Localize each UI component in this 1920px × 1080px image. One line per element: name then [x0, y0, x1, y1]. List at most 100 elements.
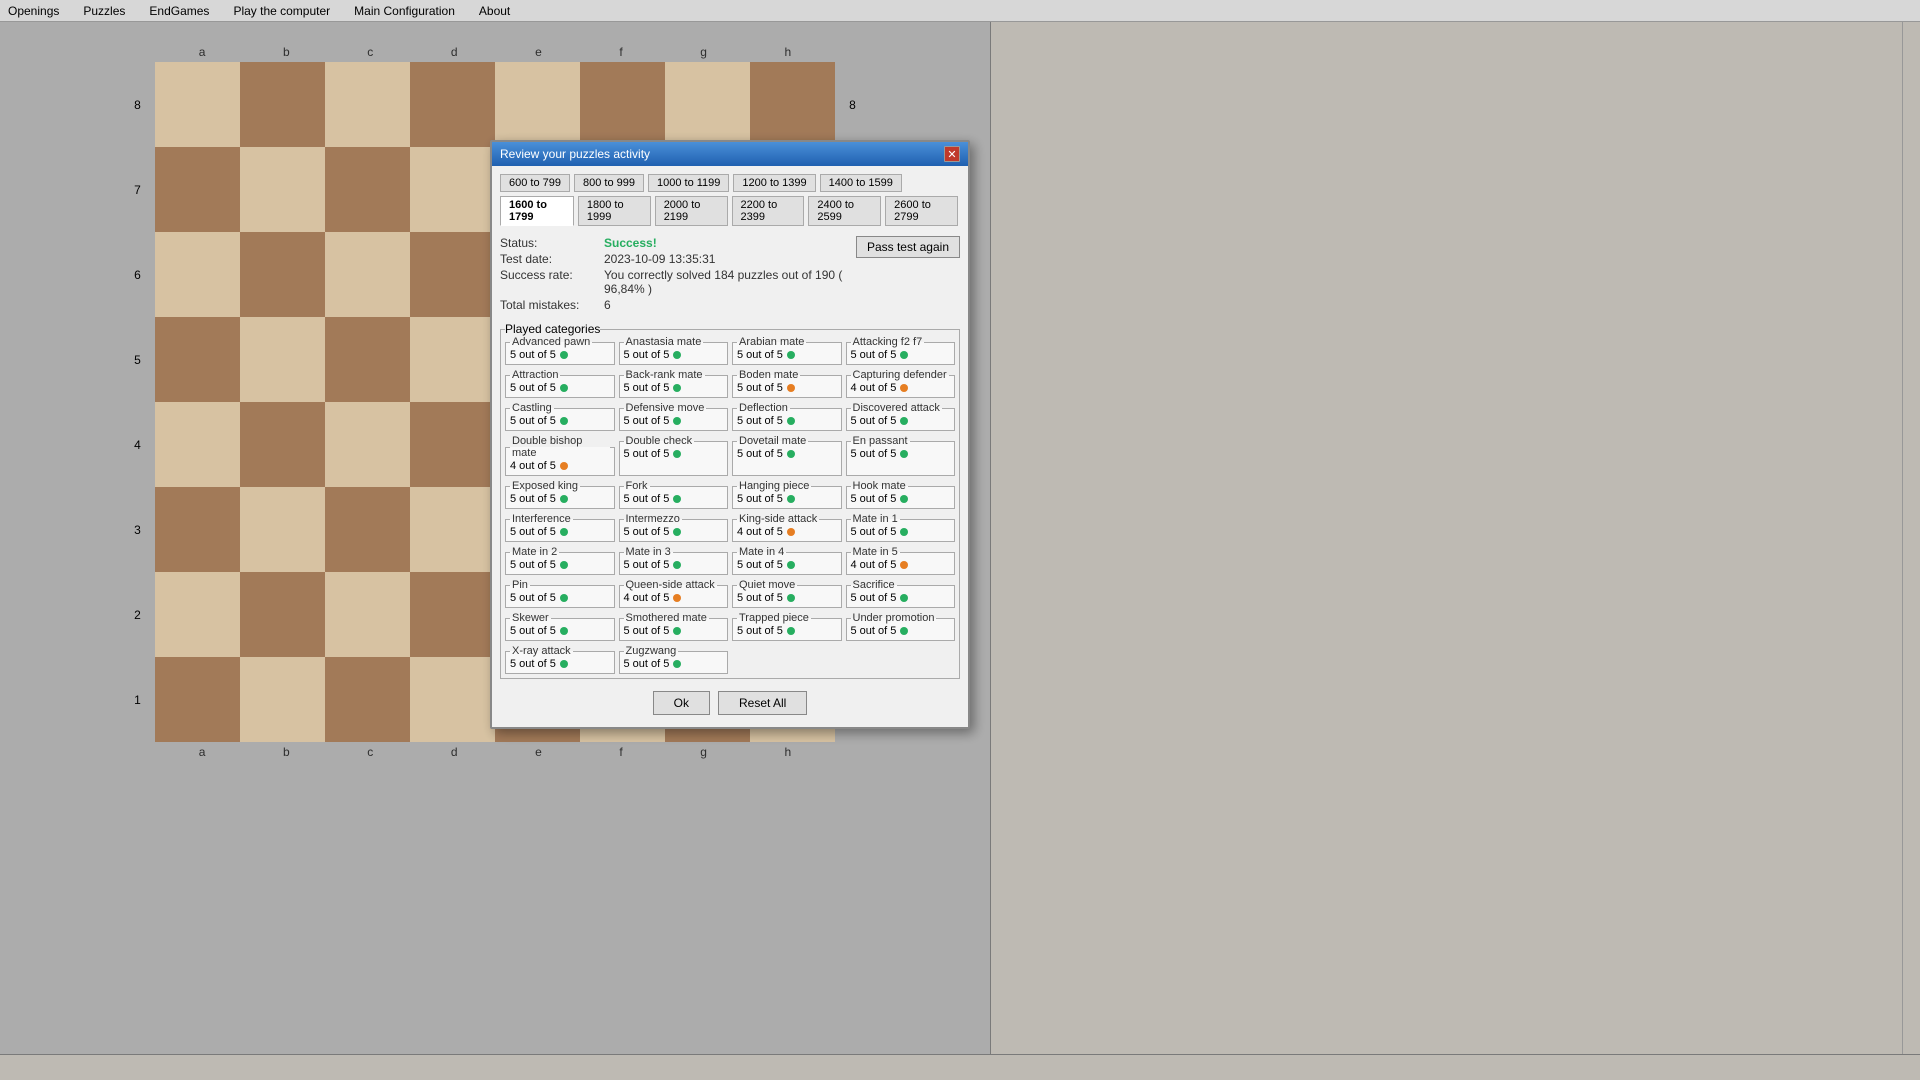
- tab-1000-1199[interactable]: 1000 to 1199: [648, 174, 729, 192]
- category-score-text: 5 out of 5: [624, 493, 670, 505]
- category-score-text: 5 out of 5: [624, 448, 670, 460]
- category-defensive-move: Defensive move5 out of 5: [619, 402, 729, 431]
- mistakes-value: 6: [604, 298, 611, 312]
- category-name: Zugzwang: [624, 645, 679, 657]
- category-score-text: 4 out of 5: [510, 460, 556, 472]
- pass-test-button[interactable]: Pass test again: [856, 236, 960, 258]
- category-score-text: 5 out of 5: [510, 493, 556, 505]
- category-dot: [560, 561, 568, 569]
- category-attraction: Attraction5 out of 5: [505, 369, 615, 398]
- category-score-text: 5 out of 5: [624, 658, 670, 670]
- category-mate-in-1: Mate in 15 out of 5: [846, 513, 956, 542]
- category-score: 5 out of 5: [851, 592, 951, 604]
- category-back-rank-mate: Back-rank mate5 out of 5: [619, 369, 729, 398]
- category-dot: [900, 384, 908, 392]
- category-score: 5 out of 5: [624, 493, 724, 505]
- category-x-ray-attack: X-ray attack5 out of 5: [505, 645, 615, 674]
- reset-button[interactable]: Reset All: [718, 691, 807, 715]
- category-double-check: Double check5 out of 5: [619, 435, 729, 476]
- category-exposed-king: Exposed king5 out of 5: [505, 480, 615, 509]
- category-dot: [560, 351, 568, 359]
- category-score: 5 out of 5: [851, 448, 951, 460]
- category-score-text: 5 out of 5: [851, 415, 897, 427]
- category-name: Attacking f2 f7: [851, 336, 925, 348]
- category-name: Double bishop mate: [510, 435, 610, 459]
- category-score: 4 out of 5: [737, 526, 837, 538]
- category-name: Deflection: [737, 402, 790, 414]
- category-mate-in-4: Mate in 45 out of 5: [732, 546, 842, 575]
- category-score: 5 out of 5: [510, 349, 610, 361]
- category-score-text: 5 out of 5: [851, 493, 897, 505]
- category-score-text: 4 out of 5: [624, 592, 670, 604]
- test-date-label: Test date:: [500, 252, 600, 266]
- category-name: Back-rank mate: [624, 369, 705, 381]
- category-zugzwang: Zugzwang5 out of 5: [619, 645, 729, 674]
- category-capturing-defender: Capturing defender4 out of 5: [846, 369, 956, 398]
- category-name: Interference: [510, 513, 573, 525]
- category-name: Hanging piece: [737, 480, 811, 492]
- category-score: 5 out of 5: [624, 526, 724, 538]
- tab-600-799[interactable]: 600 to 799: [500, 174, 570, 192]
- category-name: Dovetail mate: [737, 435, 808, 447]
- category-score: 5 out of 5: [737, 448, 837, 460]
- category-discovered-attack: Discovered attack5 out of 5: [846, 402, 956, 431]
- category-under-promotion: Under promotion5 out of 5: [846, 612, 956, 641]
- category-score-text: 4 out of 5: [851, 559, 897, 571]
- ok-button[interactable]: Ok: [653, 691, 710, 715]
- category-castling: Castling5 out of 5: [505, 402, 615, 431]
- tab-2400-2599[interactable]: 2400 to 2599: [808, 196, 881, 226]
- category-score: 5 out of 5: [624, 382, 724, 394]
- category-dot: [673, 351, 681, 359]
- tab-2600-2799[interactable]: 2600 to 2799: [885, 196, 958, 226]
- category-score-text: 5 out of 5: [737, 559, 783, 571]
- category-dot: [787, 384, 795, 392]
- category-trapped-piece: Trapped piece5 out of 5: [732, 612, 842, 641]
- category-name: Queen-side attack: [624, 579, 717, 591]
- status-value: Success!: [604, 236, 657, 250]
- category-name: Capturing defender: [851, 369, 949, 381]
- category-score: 5 out of 5: [510, 526, 610, 538]
- category-score-text: 5 out of 5: [624, 382, 670, 394]
- category-intermezzo: Intermezzo5 out of 5: [619, 513, 729, 542]
- tab-1400-1599[interactable]: 1400 to 1599: [820, 174, 902, 192]
- category-dovetail-mate: Dovetail mate5 out of 5: [732, 435, 842, 476]
- category-score: 5 out of 5: [510, 625, 610, 637]
- tab-1800-1999[interactable]: 1800 to 1999: [578, 196, 651, 226]
- category-sacrifice: Sacrifice5 out of 5: [846, 579, 956, 608]
- category-score-text: 5 out of 5: [624, 349, 670, 361]
- category-arabian-mate: Arabian mate5 out of 5: [732, 336, 842, 365]
- category-name: Exposed king: [510, 480, 580, 492]
- category-score-text: 5 out of 5: [851, 526, 897, 538]
- category-score-text: 5 out of 5: [510, 625, 556, 637]
- category-dot: [787, 351, 795, 359]
- category-name: Double check: [624, 435, 695, 447]
- category-name: Advanced pawn: [510, 336, 592, 348]
- category-score-text: 5 out of 5: [510, 349, 556, 361]
- category-score-text: 5 out of 5: [510, 559, 556, 571]
- category-dot: [900, 417, 908, 425]
- tab-1200-1399[interactable]: 1200 to 1399: [733, 174, 815, 192]
- category-dot: [787, 417, 795, 425]
- category-name: King-side attack: [737, 513, 819, 525]
- dialog-buttons: Ok Reset All: [500, 687, 960, 719]
- tab-800-999[interactable]: 800 to 999: [574, 174, 644, 192]
- category-dot: [787, 627, 795, 635]
- category-dot: [673, 660, 681, 668]
- category-name: Castling: [510, 402, 554, 414]
- category-score: 4 out of 5: [851, 559, 951, 571]
- tab-2200-2399[interactable]: 2200 to 2399: [732, 196, 805, 226]
- category-dot: [673, 417, 681, 425]
- category-dot: [560, 660, 568, 668]
- dialog: Review your puzzles activity ✕ 600 to 79…: [490, 140, 970, 729]
- tab-2000-2199[interactable]: 2000 to 2199: [655, 196, 728, 226]
- category-name: Intermezzo: [624, 513, 682, 525]
- category-dot: [900, 594, 908, 602]
- dialog-titlebar: Review your puzzles activity ✕: [492, 142, 968, 166]
- category-attacking-f2-f7: Attacking f2 f75 out of 5: [846, 336, 956, 365]
- category-dot: [560, 627, 568, 635]
- tab-1600-1799[interactable]: 1600 to 1799: [500, 196, 574, 226]
- dialog-close-button[interactable]: ✕: [944, 146, 960, 162]
- categories-section: Played categories Advanced pawn5 out of …: [500, 322, 960, 679]
- category-name: Under promotion: [851, 612, 937, 624]
- category-name: Attraction: [510, 369, 560, 381]
